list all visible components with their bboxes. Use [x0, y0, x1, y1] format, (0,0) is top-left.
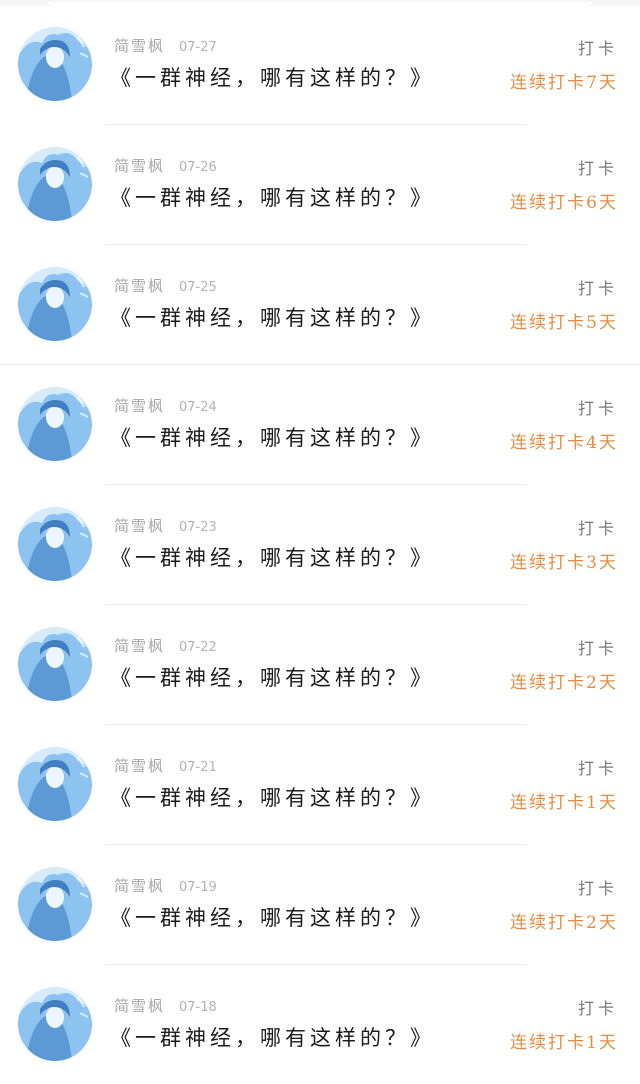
post-date: 07-19 [179, 880, 217, 895]
avatar-image [18, 747, 92, 821]
list-item[interactable]: 简雪枫 07-18 《一群神经，哪有这样的？》 打卡 连续打卡1天 [0, 960, 640, 1080]
streak-text: 连续打卡6天 [510, 193, 618, 213]
streak-text: 连续打卡1天 [510, 793, 618, 813]
post-title[interactable]: 《一群神经，哪有这样的？》 [110, 902, 435, 932]
list-item[interactable]: 简雪枫 07-24 《一群神经，哪有这样的？》 打卡 连续打卡4天 [0, 360, 640, 485]
list-item[interactable]: 简雪枫 07-25 《一群神经，哪有这样的？》 打卡 连续打卡5天 [0, 240, 640, 365]
avatar[interactable] [18, 507, 92, 581]
post-title[interactable]: 《一群神经，哪有这样的？》 [110, 662, 435, 692]
avatar[interactable] [18, 627, 92, 701]
avatar[interactable] [18, 27, 92, 101]
list-item[interactable]: 简雪枫 07-19 《一群神经，哪有这样的？》 打卡 连续打卡2天 [0, 840, 640, 965]
avatar-image [18, 387, 92, 461]
checkin-tag: 打卡 [577, 279, 618, 298]
author-name[interactable]: 简雪枫 [114, 37, 165, 55]
post-date: 07-23 [179, 520, 217, 535]
checkin-tag: 打卡 [577, 759, 618, 778]
post-title[interactable]: 《一群神经，哪有这样的？》 [110, 542, 435, 572]
post-meta: 简雪枫 07-19 [114, 875, 217, 896]
list-item[interactable]: 简雪枫 07-26 《一群神经，哪有这样的？》 打卡 连续打卡6天 [0, 120, 640, 245]
avatar[interactable] [18, 147, 92, 221]
streak-text: 连续打卡3天 [510, 553, 618, 573]
avatar-image [18, 987, 92, 1061]
checkin-tag: 打卡 [577, 999, 618, 1018]
post-date: 07-27 [179, 40, 217, 55]
post-title[interactable]: 《一群神经，哪有这样的？》 [110, 782, 435, 812]
avatar-image [18, 627, 92, 701]
streak-text: 连续打卡2天 [510, 913, 618, 933]
list-item[interactable]: 简雪枫 07-22 《一群神经，哪有这样的？》 打卡 连续打卡2天 [0, 600, 640, 725]
checkin-tag: 打卡 [577, 39, 618, 58]
post-date: 07-26 [179, 160, 217, 175]
streak-text: 连续打卡4天 [510, 433, 618, 453]
avatar-image [18, 867, 92, 941]
avatar[interactable] [18, 267, 92, 341]
checkin-tag: 打卡 [577, 639, 618, 658]
author-name[interactable]: 简雪枫 [114, 997, 165, 1015]
post-meta: 简雪枫 07-27 [114, 35, 217, 56]
author-name[interactable]: 简雪枫 [114, 397, 165, 415]
post-title[interactable]: 《一群神经，哪有这样的？》 [110, 62, 435, 92]
author-name[interactable]: 简雪枫 [114, 517, 165, 535]
avatar[interactable] [18, 747, 92, 821]
avatar[interactable] [18, 987, 92, 1061]
post-date: 07-25 [179, 280, 217, 295]
post-date: 07-18 [179, 1000, 217, 1015]
post-meta: 简雪枫 07-24 [114, 395, 217, 416]
avatar-image [18, 267, 92, 341]
post-date: 07-24 [179, 400, 217, 415]
checkin-feed: 简雪枫 07-27 《一群神经，哪有这样的？》 打卡 连续打卡7天 简雪枫 07-2… [0, 0, 640, 1084]
avatar[interactable] [18, 867, 92, 941]
post-meta: 简雪枫 07-25 [114, 275, 217, 296]
checkin-tag: 打卡 [577, 159, 618, 178]
post-title[interactable]: 《一群神经，哪有这样的？》 [110, 422, 435, 452]
checkin-tag: 打卡 [577, 519, 618, 538]
post-date: 07-21 [179, 760, 217, 775]
post-title[interactable]: 《一群神经，哪有这样的？》 [110, 302, 435, 332]
avatar-image [18, 147, 92, 221]
post-title[interactable]: 《一群神经，哪有这样的？》 [110, 1022, 435, 1052]
avatar-image [18, 507, 92, 581]
author-name[interactable]: 简雪枫 [114, 757, 165, 775]
post-meta: 简雪枫 07-23 [114, 515, 217, 536]
post-title[interactable]: 《一群神经，哪有这样的？》 [110, 182, 435, 212]
streak-text: 连续打卡2天 [510, 673, 618, 693]
avatar[interactable] [18, 387, 92, 461]
checkin-tag: 打卡 [577, 399, 618, 418]
post-meta: 简雪枫 07-22 [114, 635, 217, 656]
author-name[interactable]: 简雪枫 [114, 877, 165, 895]
list-item[interactable]: 简雪枫 07-21 《一群神经，哪有这样的？》 打卡 连续打卡1天 [0, 720, 640, 845]
streak-text: 连续打卡7天 [510, 73, 618, 93]
post-meta: 简雪枫 07-21 [114, 755, 217, 776]
author-name[interactable]: 简雪枫 [114, 637, 165, 655]
post-date: 07-22 [179, 640, 217, 655]
list-item[interactable]: 简雪枫 07-27 《一群神经，哪有这样的？》 打卡 连续打卡7天 [0, 0, 640, 125]
author-name[interactable]: 简雪枫 [114, 157, 165, 175]
streak-text: 连续打卡1天 [510, 1033, 618, 1053]
post-meta: 简雪枫 07-18 [114, 995, 217, 1016]
author-name[interactable]: 简雪枫 [114, 277, 165, 295]
streak-text: 连续打卡5天 [510, 313, 618, 333]
post-meta: 简雪枫 07-26 [114, 155, 217, 176]
checkin-tag: 打卡 [577, 879, 618, 898]
list-item[interactable]: 简雪枫 07-23 《一群神经，哪有这样的？》 打卡 连续打卡3天 [0, 480, 640, 605]
avatar-image [18, 27, 92, 101]
